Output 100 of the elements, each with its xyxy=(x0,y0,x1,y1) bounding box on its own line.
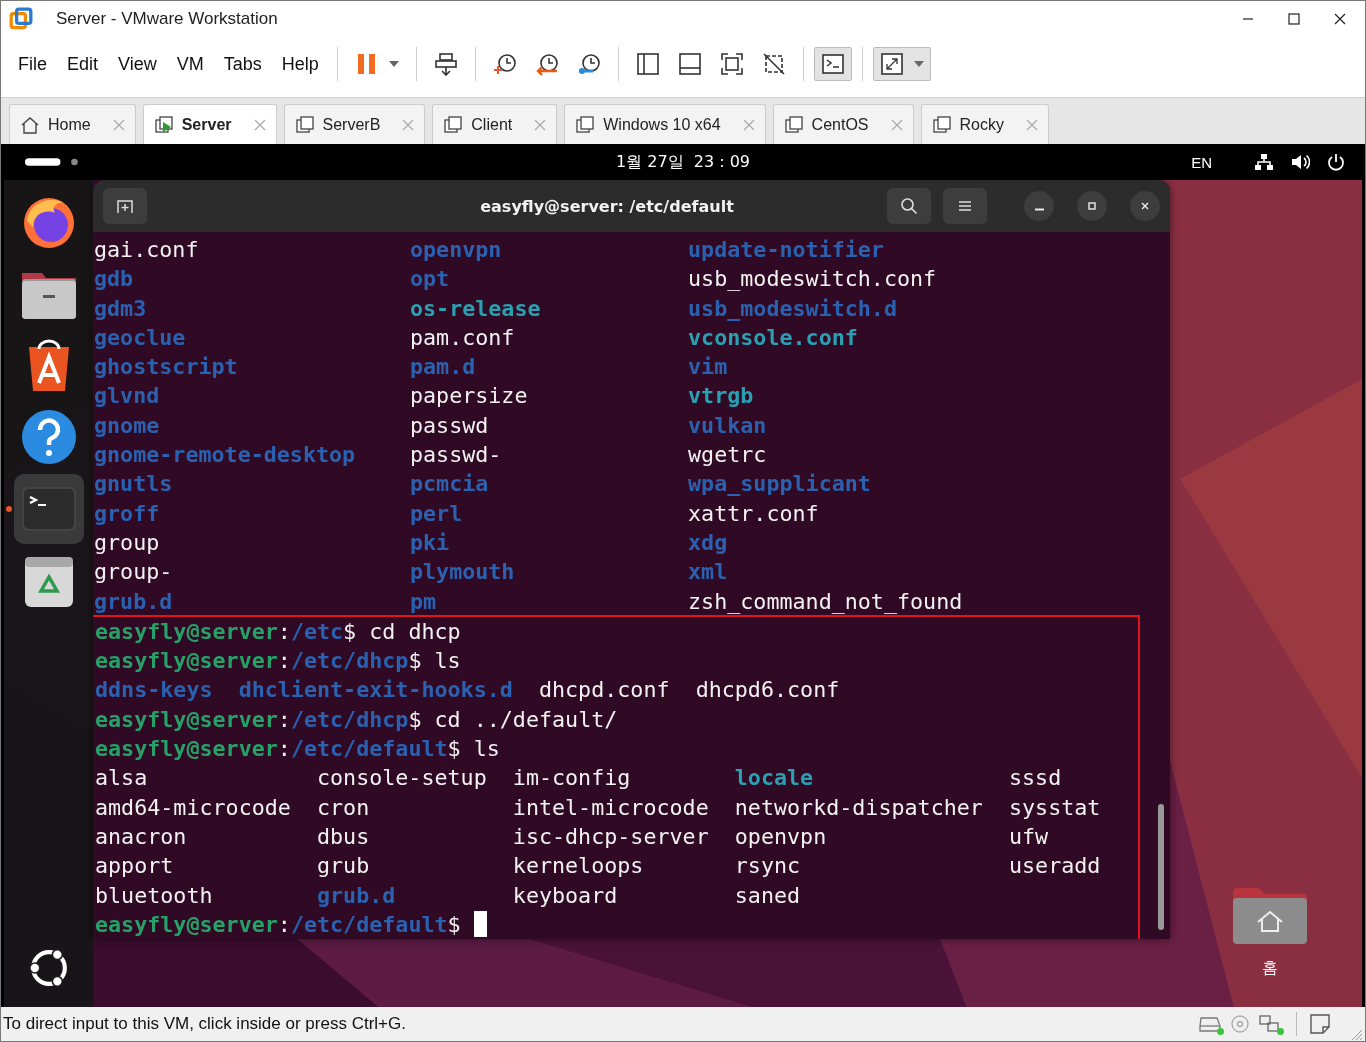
note-icon[interactable] xyxy=(1309,1013,1331,1035)
toolbar-button[interactable] xyxy=(813,47,852,81)
file-name: rsync xyxy=(734,852,802,881)
clock-plus-icon xyxy=(492,52,517,76)
maximize-icon[interactable] xyxy=(1288,13,1300,25)
clock-wrench-icon xyxy=(576,52,601,76)
vm-icon xyxy=(294,114,315,135)
file-name: group xyxy=(94,528,161,557)
prompt-line: easyfly@server:/etc/default$ xyxy=(95,910,462,939)
menu-item[interactable]: Edit xyxy=(67,53,99,75)
vm-tab[interactable]: Windows 10 x64 xyxy=(564,104,766,144)
vm-tab[interactable]: Server xyxy=(142,104,277,144)
console-icon xyxy=(820,52,845,76)
file-name: glvnd xyxy=(94,382,161,411)
network-icon[interactable] xyxy=(1254,152,1274,172)
file-name: alsa xyxy=(95,764,149,793)
power-icon[interactable] xyxy=(1326,152,1346,172)
search-button[interactable] xyxy=(887,188,931,224)
unity-view-icon xyxy=(761,52,786,76)
vm-tab[interactable]: CentOS xyxy=(772,104,914,144)
prompt-line: easyfly@server:/etc/dhcp$ ls xyxy=(95,647,461,676)
device-status-icon[interactable] xyxy=(1258,1013,1284,1035)
file-name: pcmcia xyxy=(409,470,490,499)
file-name: vulkan xyxy=(688,411,768,440)
active-dot xyxy=(5,506,12,512)
file-name: vconsole.conf xyxy=(688,323,859,352)
file-name: xattr.conf xyxy=(688,499,820,528)
minimize-icon xyxy=(1034,207,1044,211)
terminal-title: easyfly@server: /etc/default xyxy=(479,196,735,216)
menu-button[interactable] xyxy=(943,188,987,224)
toolbar-button[interactable] xyxy=(872,47,931,81)
maximize-button[interactable] xyxy=(1077,191,1107,221)
file-name: grub.d xyxy=(316,881,397,910)
folder-label[interactable]: 홈 xyxy=(1262,958,1278,979)
file-name: amd64-microcode xyxy=(95,793,291,822)
vm-icon xyxy=(443,114,464,135)
file-name: sssd xyxy=(1009,764,1063,793)
file-name: saned xyxy=(734,881,802,910)
file-name: apport xyxy=(95,852,175,881)
menu-item[interactable]: View xyxy=(118,53,157,75)
file-name: useradd xyxy=(1009,852,1101,881)
file-name: vtrgb xyxy=(688,382,755,411)
bottom-panel-layout-icon xyxy=(677,52,702,76)
file-name: pm xyxy=(409,587,438,616)
input-source[interactable]: EN xyxy=(1191,153,1212,171)
file-name: perl xyxy=(409,499,464,528)
vm-tab[interactable]: Home xyxy=(9,104,136,144)
vm-icon xyxy=(931,114,952,135)
file-name: gdb xyxy=(94,265,135,294)
vm-icon xyxy=(575,114,596,135)
file-name: openvpn xyxy=(409,236,503,264)
file-name: usb_modeswitch.d xyxy=(688,294,898,323)
menu-item[interactable]: Tabs xyxy=(223,53,262,75)
file-name: ghostscript xyxy=(94,353,239,382)
maximize-icon xyxy=(1086,200,1098,212)
file-name: vim xyxy=(688,353,729,382)
vm-tab[interactable]: ServerB xyxy=(283,104,426,144)
file-name: locale xyxy=(734,764,815,793)
file-name: dbus xyxy=(316,822,371,851)
file-name: pki xyxy=(409,528,451,557)
file-name: anacron xyxy=(95,822,188,851)
file-name: gai.conf xyxy=(94,236,200,264)
clock[interactable]: 1월 27일 23 : 09 xyxy=(615,151,751,173)
file-name: papersize xyxy=(409,382,529,411)
prompt-line: easyfly@server:/etc/dhcp$ cd ../default/ xyxy=(95,705,618,734)
window-title: Server - VMware Workstation xyxy=(56,9,278,29)
workspace-indicator-icon[interactable] xyxy=(25,157,81,167)
file-name: pam.d xyxy=(409,353,477,382)
close-icon xyxy=(1139,200,1151,212)
file-name: kerneloops xyxy=(512,852,645,881)
file-name: opt xyxy=(409,265,451,294)
status-dot xyxy=(1277,1028,1284,1035)
stretch-icon xyxy=(879,52,904,76)
file-name: dhcpd.conf xyxy=(538,676,670,705)
minimize-button[interactable] xyxy=(1024,191,1054,221)
file-name: groff xyxy=(94,499,161,528)
app-logo-icon xyxy=(9,7,33,31)
home-folder-icon[interactable] xyxy=(1233,888,1307,944)
new-tab-button[interactable] xyxy=(103,188,147,224)
file-name: intel-microcode xyxy=(512,793,709,822)
close-icon[interactable] xyxy=(1334,13,1346,25)
menu-item[interactable]: Help xyxy=(281,53,319,75)
vm-tab[interactable]: Client xyxy=(432,104,558,144)
file-name: passwd- xyxy=(409,441,503,470)
file-name: dhcpd6.conf xyxy=(695,676,840,705)
menu-item[interactable]: File xyxy=(18,53,47,75)
status-message: To direct input to this VM, click inside or press Ctrl+G. xyxy=(3,1014,406,1034)
file-name: wpa_supplicant xyxy=(688,470,872,499)
scrollbar[interactable] xyxy=(1158,804,1164,930)
resize-grip-icon[interactable] xyxy=(1349,1027,1363,1041)
file-name: networkd-dispatcher xyxy=(734,793,983,822)
volume-icon[interactable] xyxy=(1290,152,1310,172)
vm-tab[interactable]: Rocky xyxy=(920,104,1049,144)
status-dot xyxy=(1217,1028,1224,1035)
file-name: im-config xyxy=(512,764,632,793)
caret-icon[interactable] xyxy=(388,61,399,67)
file-name: zsh_command_not_found xyxy=(688,587,963,616)
caret-icon[interactable] xyxy=(913,61,924,67)
menu-item[interactable]: VM xyxy=(176,53,204,75)
close-button[interactable] xyxy=(1130,191,1160,221)
